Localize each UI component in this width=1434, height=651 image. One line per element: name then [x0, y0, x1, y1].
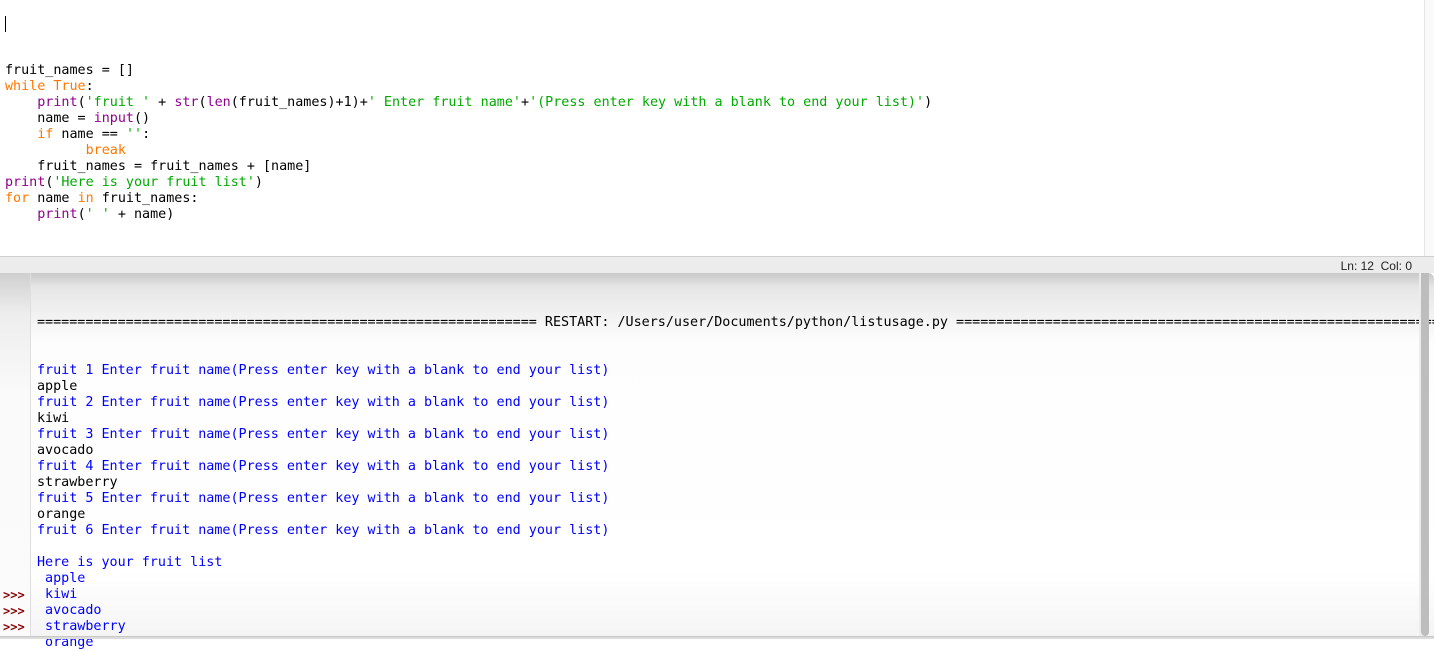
shell-output-line: fruit 2 Enter fruit name(Press enter key… [37, 395, 610, 410]
string-token: ' ' [85, 207, 110, 222]
builtin-token: print [5, 175, 46, 190]
shell-output-line: Here is your fruit list [37, 555, 223, 570]
builtin-token: print [37, 95, 78, 110]
code-editor[interactable]: fruit_names = [] while True: print('fruit… [0, 0, 1434, 256]
builtin-token: len [206, 95, 231, 110]
code-token: + [521, 95, 530, 110]
code-token: : [142, 127, 151, 142]
code-token: fruit_names = fruit_names + [name] [5, 159, 312, 174]
shell-prompts: >>> >>> >>> [3, 587, 25, 635]
keyword-token: in [77, 191, 94, 206]
code-line: if name == '': [5, 127, 932, 143]
shell-output-line: avocado [37, 603, 102, 618]
code-token: (fruit_names)+1)+ [230, 95, 368, 110]
code-token: ( [77, 207, 86, 222]
string-token: '(Press enter key with a blank to end yo… [529, 95, 925, 110]
code-line: for name in fruit_names: [5, 191, 932, 207]
code-line: print(' ' + name) [5, 207, 932, 223]
code-token: ) [254, 175, 263, 190]
code-token: : [85, 79, 94, 94]
shell-output-line: strawberry [37, 619, 126, 634]
code-line: break [5, 143, 932, 159]
builtin-token: str [174, 95, 199, 110]
shell-input-line: orange [37, 507, 86, 522]
shell-output[interactable]: ========================================… [37, 283, 1434, 651]
code-token: fruit_names = [] [5, 63, 134, 78]
shell-input-line: avocado [37, 443, 94, 458]
code-token: name [29, 191, 78, 206]
code-line: while True: [5, 79, 932, 95]
code-token: name == [53, 127, 126, 142]
shell-input-line: kiwi [37, 411, 70, 426]
cursor-position: Ln: 12 Col: 0 [1340, 259, 1412, 273]
keyword-token: if [37, 127, 54, 142]
keyword-token: for [5, 191, 30, 206]
shell-output-line: fruit 6 Enter fruit name(Press enter key… [37, 523, 610, 538]
shell-output-line: fruit 1 Enter fruit name(Press enter key… [37, 363, 610, 378]
string-token: 'fruit ' [85, 95, 151, 110]
keyword-token: True [53, 79, 86, 94]
code-area[interactable]: fruit_names = [] while True: print('fruit… [5, 63, 932, 223]
keyword-token: break [85, 143, 126, 158]
string-token: ' Enter fruit name' [367, 95, 521, 110]
shell-gutter [0, 273, 31, 636]
text-cursor [5, 16, 6, 32]
builtin-token: input [93, 111, 134, 126]
shell-scrollbar[interactable] [1421, 273, 1429, 636]
code-line: fruit_names = [] [5, 63, 932, 79]
string-token: '' [125, 127, 143, 142]
shell-output-line: apple [37, 571, 86, 586]
code-token: fruit_names: [93, 191, 199, 206]
code-token: + name) [109, 207, 175, 222]
code-token: ) [924, 95, 933, 110]
code-token: () [134, 111, 151, 126]
shell-prompt: >>> [3, 588, 25, 602]
code-line: name = input() [5, 111, 932, 127]
shell-input-line: strawberry [37, 475, 118, 490]
code-token: ( [77, 95, 86, 110]
code-line: fruit_names = fruit_names + [name] [5, 159, 932, 175]
shell-output-line: kiwi [37, 587, 78, 602]
code-line: print('fruit ' + str(len(fruit_names)+1)… [5, 95, 932, 111]
code-token: + [150, 95, 175, 110]
editor-scrollbar[interactable] [1424, 0, 1434, 256]
shell-output-line: fruit 4 Enter fruit name(Press enter key… [37, 459, 610, 474]
code-token: name = [5, 111, 94, 126]
shell-output-line: fruit 5 Enter fruit name(Press enter key… [37, 491, 610, 506]
string-token: 'Here is your fruit list' [53, 175, 255, 190]
shell-prompt: >>> [3, 620, 25, 634]
shell-output-line: fruit 3 Enter fruit name(Press enter key… [37, 427, 610, 442]
builtin-token: print [37, 207, 78, 222]
shell-prompt: >>> [3, 604, 25, 618]
python-shell[interactable]: ========================================… [0, 273, 1434, 650]
keyword-token: while [5, 79, 46, 94]
shell-input-line: apple [37, 379, 78, 394]
code-line: print('Here is your fruit list') [5, 175, 932, 191]
restart-banner: ========================================… [37, 315, 1434, 330]
shell-input-line [37, 539, 1434, 555]
code-token: ( [198, 95, 207, 110]
status-bar: Ln: 12 Col: 0 [0, 256, 1434, 273]
